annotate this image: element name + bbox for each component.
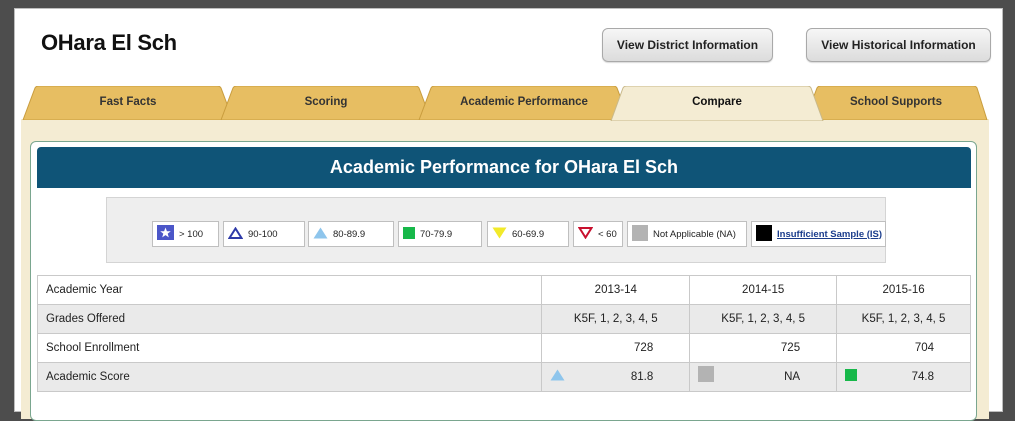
legend-item: > 100 bbox=[152, 221, 219, 247]
tab-school-supports[interactable]: School Supports bbox=[803, 86, 989, 120]
school-name: OHara El Sch bbox=[41, 30, 177, 55]
tab-fast-facts[interactable]: Fast Facts bbox=[21, 86, 235, 120]
year-cell: 2013-14 bbox=[541, 275, 691, 305]
tab-scoring[interactable]: Scoring bbox=[219, 86, 433, 120]
row-label: School Enrollment bbox=[36, 333, 543, 363]
row-label: Academic Score bbox=[36, 362, 543, 392]
gray-square-icon bbox=[632, 224, 648, 244]
tab-compare[interactable]: Compare bbox=[609, 86, 825, 121]
tab-label: Academic Performance bbox=[460, 96, 588, 108]
legend-item: 70-79.9 bbox=[398, 221, 482, 247]
black-square-icon bbox=[756, 224, 772, 244]
comparison-table: Academic Year 2013-14 2014-15 2015-16 Gr… bbox=[36, 275, 971, 392]
legend-item: 90-100 bbox=[223, 221, 305, 247]
triangle-up-outline-icon bbox=[227, 226, 244, 242]
table-row: Academic Score 81.8 NA 74.8 bbox=[36, 362, 971, 392]
row-label: Grades Offered bbox=[36, 304, 543, 334]
enrollment-cell: 725 bbox=[689, 333, 838, 363]
enrollment-cell: 728 bbox=[541, 333, 691, 363]
view-historical-information-button[interactable]: View Historical Information bbox=[806, 28, 991, 62]
enrollment-cell: 704 bbox=[836, 333, 971, 363]
tab-label: Scoring bbox=[304, 96, 348, 108]
year-cell: 2015-16 bbox=[836, 275, 971, 305]
table-row: School Enrollment 728 725 704 bbox=[36, 333, 971, 363]
legend-item: Not Applicable (NA) bbox=[627, 221, 747, 247]
square-icon bbox=[403, 226, 415, 242]
tab-label: School Supports bbox=[850, 96, 942, 108]
score-cell: 74.8 bbox=[836, 362, 971, 392]
score-value: 81.8 bbox=[630, 371, 654, 383]
legend-item: 80-89.9 bbox=[308, 221, 394, 247]
score-value: NA bbox=[784, 371, 801, 383]
tab-label: Fast Facts bbox=[99, 96, 157, 108]
triangle-down-icon bbox=[492, 227, 507, 242]
year-cell: 2014-15 bbox=[689, 275, 838, 305]
triangle-up-icon bbox=[313, 227, 328, 242]
report-title: Academic Performance for OHara El Sch bbox=[37, 147, 971, 188]
grades-cell: K5F, 1, 2, 3, 4, 5 bbox=[836, 304, 971, 334]
tab-label: Compare bbox=[692, 96, 742, 108]
grades-cell: K5F, 1, 2, 3, 4, 5 bbox=[541, 304, 691, 334]
grades-cell: K5F, 1, 2, 3, 4, 5 bbox=[689, 304, 838, 334]
table-row: Grades Offered K5F, 1, 2, 3, 4, 5 K5F, 1… bbox=[36, 304, 971, 334]
star-icon bbox=[157, 225, 174, 243]
score-cell: 81.8 bbox=[541, 362, 691, 392]
gray-square-icon bbox=[698, 366, 715, 385]
insufficient-sample-link[interactable]: Insufficient Sample (IS) bbox=[777, 229, 882, 240]
score-value: 74.8 bbox=[911, 371, 934, 383]
legend-item: < 60 bbox=[573, 221, 623, 247]
legend-item: 60-69.9 bbox=[487, 221, 569, 247]
square-icon bbox=[845, 369, 858, 384]
legend-item[interactable]: Insufficient Sample (IS) bbox=[751, 221, 886, 247]
tab-bar: Fast Facts Scoring Academic Performance … bbox=[21, 86, 989, 121]
view-district-information-button[interactable]: View District Information bbox=[602, 28, 773, 62]
row-label: Academic Year bbox=[36, 275, 543, 305]
triangle-down-outline-icon bbox=[577, 226, 594, 242]
triangle-up-icon bbox=[550, 369, 565, 384]
table-row: Academic Year 2013-14 2014-15 2015-16 bbox=[36, 275, 971, 305]
score-cell: NA bbox=[689, 362, 838, 392]
tab-academic-performance[interactable]: Academic Performance bbox=[417, 86, 631, 120]
